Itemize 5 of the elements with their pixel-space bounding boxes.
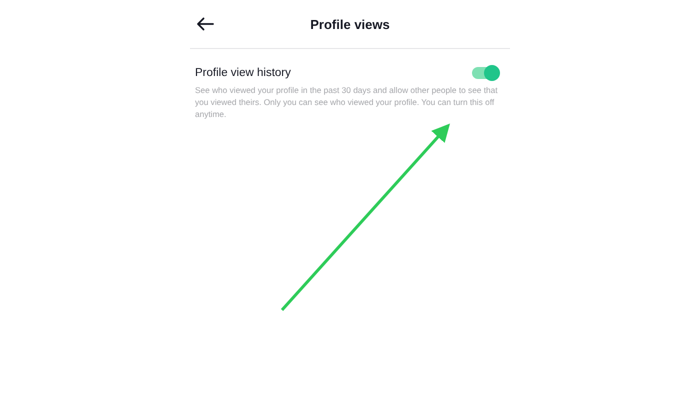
back-arrow-icon[interactable] [196,17,214,31]
page-title: Profile views [309,16,391,32]
setting-label: Profile view history [195,67,291,79]
setting-description: See who viewed your profile in the past 30 days and allow other people to see that you viewed theirs. Only you can see who viewed your profile. You can turn this off anytime. [195,84,498,120]
toggle-switch[interactable] [472,67,498,79]
